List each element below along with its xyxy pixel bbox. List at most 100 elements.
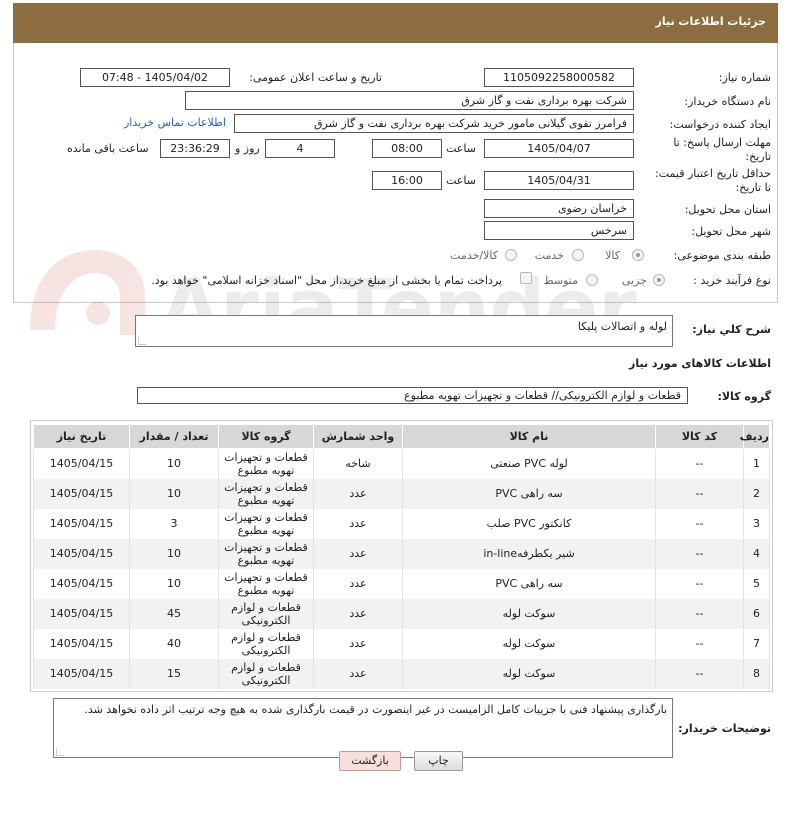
buyer-contact-link[interactable]: اطلاعات تماس خریدار: [124, 116, 226, 129]
announce-field: 1405/04/02 - 07:48: [80, 68, 230, 87]
cell-group: قطعات و لوازم الکترونیکی: [218, 658, 314, 689]
treasury-payment-checkbox[interactable]: [520, 272, 532, 284]
back-button[interactable]: بازگشت: [339, 751, 401, 771]
cell-unit: شاخه: [313, 448, 403, 479]
col-header-group: گروه کالا: [218, 424, 314, 449]
cell-group: قطعات و تجهیزات تهویه مطبوع: [218, 538, 314, 569]
cell-code: --: [655, 478, 744, 509]
resize-handle[interactable]: [138, 337, 146, 345]
cell-group: قطعات و لوازم الکترونیکی: [218, 598, 314, 629]
price-date-field: 1405/04/31: [484, 171, 634, 190]
category-radio-goods[interactable]: [632, 249, 644, 261]
cell-unit: عدد: [313, 598, 403, 629]
goods-table: ردیف کد کالا نام کالا واحد شمارش گروه کا…: [33, 424, 770, 689]
cell-name: سوکت لوله: [402, 658, 656, 689]
cell-unit: عدد: [313, 478, 403, 509]
buyer-org-label: نام دستگاه خریدار:: [684, 95, 771, 108]
col-header-unit: واحد شمارش: [313, 424, 403, 449]
price-time-field: 16:00: [372, 171, 442, 190]
category-radio-both[interactable]: [505, 249, 517, 261]
cell-row-num: 3: [743, 508, 770, 539]
table-row[interactable]: 3 -- کانکتور PVC صلب عدد قطعات و تجهیزات تهو…: [33, 508, 770, 539]
province-label: استان محل تحویل:: [684, 203, 771, 216]
col-header-code: کد کالا: [655, 424, 744, 449]
col-header-date: تاریخ نیاز: [33, 424, 130, 449]
cell-code: --: [655, 568, 744, 599]
resize-handle[interactable]: [56, 748, 64, 756]
cell-name: سه راهی PVC: [402, 568, 656, 599]
category-option-service: خدمت: [534, 249, 564, 262]
price-validity-label: حداقل تاریخ اعتبار قیمت: تا تاریخ:: [655, 167, 771, 194]
cell-date: 1405/04/15: [33, 538, 130, 569]
cell-code: --: [655, 538, 744, 569]
province-field: خراسان رضوی: [484, 199, 634, 218]
goods-group-label: گروه کالا:: [717, 390, 771, 403]
cell-row-num: 8: [743, 658, 770, 689]
cell-qty: 10: [129, 448, 219, 479]
cell-row-num: 1: [743, 448, 770, 479]
cell-code: --: [655, 598, 744, 629]
cell-qty: 45: [129, 598, 219, 629]
cell-row-num: 6: [743, 598, 770, 629]
summary-text: لوله و اتصالات پلیکا: [577, 320, 667, 333]
creator-field: فرامرز تقوی گیلانی مامور خرید شرکت بهره …: [234, 114, 634, 133]
page-header: جزئیات اطلاعات نیاز: [13, 3, 778, 43]
goods-info-title: اطلاعات کالاهای مورد نیاز: [629, 357, 771, 370]
table-row[interactable]: 6 -- سوکت لوله عدد قطعات و لوازم الکترونیکی 4…: [33, 598, 770, 629]
print-button[interactable]: چاپ: [414, 751, 463, 771]
price-time-label: ساعت: [446, 174, 476, 187]
cell-group: قطعات و تجهیزات تهویه مطبوع: [218, 448, 314, 479]
cell-row-num: 5: [743, 568, 770, 599]
cell-date: 1405/04/15: [33, 598, 130, 629]
reply-time-label: ساعت: [446, 142, 476, 155]
cell-code: --: [655, 448, 744, 479]
city-field: سرخس: [484, 221, 634, 240]
cell-unit: عدد: [313, 538, 403, 569]
days-label: روز و: [235, 142, 260, 155]
cell-unit: عدد: [313, 508, 403, 539]
cell-qty: 10: [129, 478, 219, 509]
remaining-label: ساعت باقی مانده: [67, 142, 149, 155]
cell-name: شیر یکطرفهin-line: [402, 538, 656, 569]
category-radio-service[interactable]: [572, 249, 584, 261]
cell-row-num: 4: [743, 538, 770, 569]
process-radio-medium[interactable]: [586, 274, 598, 286]
category-label: طبقه بندی موضوعی:: [673, 249, 771, 262]
cell-date: 1405/04/15: [33, 628, 130, 659]
creator-label: ایجاد کننده درخواست:: [669, 118, 771, 131]
buyer-notes-label: توضیحات خریدار:: [678, 722, 771, 735]
process-radio-minor[interactable]: [653, 274, 665, 286]
category-option-goods: کالا: [605, 249, 620, 262]
cell-unit: عدد: [313, 568, 403, 599]
table-row[interactable]: 1 -- لوله PVC صنعتی شاخه قطعات و تجهیزات تهو…: [33, 448, 770, 479]
cell-name: سوکت لوله: [402, 598, 656, 629]
need-number-field: 1105092258000582: [484, 68, 634, 87]
cell-row-num: 2: [743, 478, 770, 509]
cell-group: قطعات و لوازم الکترونیکی: [218, 628, 314, 659]
cell-code: --: [655, 658, 744, 689]
cell-code: --: [655, 508, 744, 539]
col-header-name: نام کالا: [402, 424, 656, 449]
cell-name: سه راهی PVC: [402, 478, 656, 509]
table-row[interactable]: 8 -- سوکت لوله عدد قطعات و لوازم الکترونیکی 1…: [33, 658, 770, 689]
table-row[interactable]: 5 -- سه راهی PVC عدد قطعات و تجهیزات تهویه م…: [33, 568, 770, 599]
summary-field: لوله و اتصالات پلیکا: [135, 315, 673, 347]
table-header-row: ردیف کد کالا نام کالا واحد شمارش گروه کا…: [33, 424, 770, 449]
days-field: 4: [265, 139, 335, 158]
cell-date: 1405/04/15: [33, 478, 130, 509]
cell-date: 1405/04/15: [33, 658, 130, 689]
table-row[interactable]: 2 -- سه راهی PVC عدد قطعات و تجهیزات تهویه م…: [33, 478, 770, 509]
remaining-time-field: 23:36:29: [160, 139, 230, 158]
cell-date: 1405/04/15: [33, 448, 130, 479]
reply-time-field: 08:00: [372, 139, 442, 158]
table-row[interactable]: 4 -- شیر یکطرفهin-line عدد قطعات و تجهیزات ت…: [33, 538, 770, 569]
page-title: جزئیات اطلاعات نیاز: [655, 15, 767, 28]
buyer-notes-field: بارگذاری پیشنهاد فنی با جزییات کامل الزا…: [53, 698, 673, 758]
table-row[interactable]: 7 -- سوکت لوله عدد قطعات و لوازم الکترونیکی 4…: [33, 628, 770, 659]
cell-qty: 3: [129, 508, 219, 539]
cell-row-num: 7: [743, 628, 770, 659]
category-option-both: کالا/خدمت: [450, 249, 498, 262]
goods-group-field: قطعات و لوازم الکترونیکی// قطعات و تجهیز…: [137, 387, 688, 404]
buyer-notes-text: بارگذاری پیشنهاد فنی با جزییات کامل الزا…: [84, 703, 667, 716]
summary-label: شرح کلي نياز:: [692, 323, 771, 336]
